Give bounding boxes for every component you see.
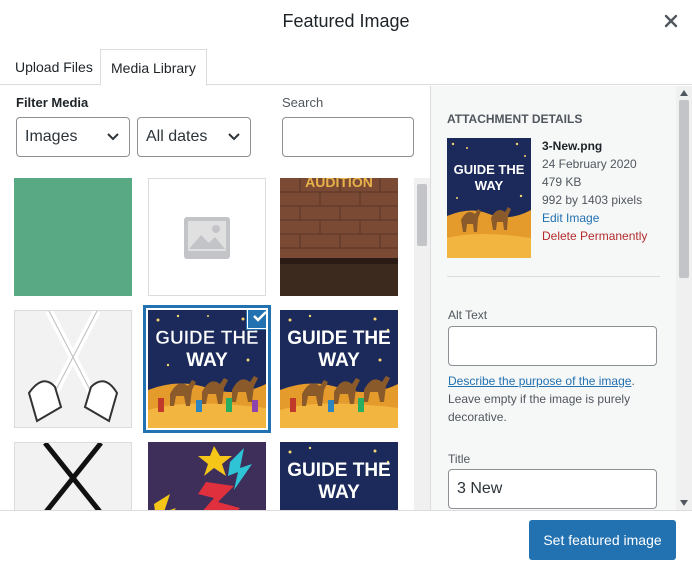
attachment-thumb[interactable]: [14, 442, 132, 510]
guide-the-way-image: GUIDE THE WAY: [280, 442, 398, 510]
search-label: Search: [282, 95, 324, 110]
guide-line1-text: GUIDE THE: [155, 328, 258, 349]
attachment-thumb[interactable]: GUIDE THE WAY: [280, 442, 398, 510]
attachment-thumb-selected[interactable]: GUIDE THE WAY: [146, 308, 268, 430]
preview-line1-text: GUIDE THE: [454, 162, 525, 177]
attachment-dimensions: 992 by 1403 pixels: [542, 193, 643, 207]
alt-text-label: Alt Text: [448, 308, 488, 322]
audition-text: AUDITION: [305, 178, 373, 190]
tab-upload-files[interactable]: Upload Files: [5, 49, 103, 85]
alt-text-input[interactable]: [448, 326, 657, 366]
media-type-select[interactable]: Images: [16, 117, 130, 157]
search-input[interactable]: [282, 117, 414, 157]
delete-permanently-link[interactable]: Delete Permanently: [542, 227, 647, 245]
details-scrollbar-thumb[interactable]: [679, 100, 689, 278]
date-filter-select[interactable]: All dates: [137, 117, 251, 157]
describe-purpose-link[interactable]: Describe the purpose of the image: [448, 374, 631, 388]
set-featured-image-button[interactable]: Set featured image: [529, 520, 676, 560]
title-label: Title: [448, 452, 471, 466]
media-type-value: Images: [25, 128, 78, 145]
chevron-down-icon: [107, 133, 119, 141]
attachment-filesize: 479 KB: [542, 175, 582, 189]
crossed-poles-black-image: [15, 443, 131, 510]
lightning-pattern-image: [148, 442, 266, 510]
attachment-details-heading: ATTACHMENT DETAILS: [447, 112, 583, 126]
close-icon: [664, 14, 678, 28]
attachment-thumb[interactable]: GUIDE THE WAY: [280, 310, 398, 428]
title-input[interactable]: 3 New: [448, 469, 657, 509]
green-image: [14, 178, 132, 296]
alt-text-help: Describe the purpose of the image. Leave…: [448, 372, 658, 426]
attachments-grid: AUDITION GUIDE THE WAY GUIDE THE WAY GUI…: [0, 178, 414, 510]
attachment-details-sidebar: ATTACHMENT DETAILS GUIDE THE WAY 3-New.p…: [430, 86, 692, 510]
attachment-thumb[interactable]: [148, 442, 266, 510]
attachment-preview: GUIDE THE WAY: [447, 138, 531, 258]
guide-line2-text: WAY: [318, 482, 360, 503]
preview-line2-text: WAY: [475, 178, 504, 193]
audition-image: AUDITION: [280, 178, 398, 296]
chevron-down-icon: [228, 133, 240, 141]
attachment-thumb[interactable]: AUDITION: [280, 178, 398, 296]
modal-toolbar: Set featured image: [0, 510, 692, 576]
edit-image-link[interactable]: Edit Image: [542, 209, 647, 227]
filter-media-label: Filter Media: [16, 95, 89, 110]
grid-scrollbar-thumb[interactable]: [417, 184, 427, 246]
guide-line2-text: WAY: [186, 350, 228, 371]
modal-header: Featured Image: [0, 0, 692, 42]
date-filter-value: All dates: [146, 128, 208, 145]
guide-line2-text: WAY: [318, 350, 360, 371]
crossed-poles-image: [15, 311, 131, 427]
details-scrollbar[interactable]: [676, 86, 692, 510]
modal-title: Featured Image: [282, 11, 410, 31]
guide-line1-text: GUIDE THE: [287, 460, 390, 481]
guide-line1-text: GUIDE THE: [287, 328, 390, 349]
checkmark-icon: [253, 311, 266, 322]
attachment-thumb[interactable]: [14, 310, 132, 428]
attachment-thumb[interactable]: [148, 178, 266, 296]
attachment-filename: 3-New.png: [542, 139, 603, 153]
grid-scrollbar[interactable]: [414, 178, 430, 510]
scroll-down-arrow-icon[interactable]: [680, 500, 688, 506]
attachment-date: 24 February 2020: [542, 157, 637, 171]
image-placeholder-icon: [184, 217, 230, 259]
scroll-up-arrow-icon[interactable]: [680, 90, 688, 96]
close-button[interactable]: [662, 12, 680, 30]
attachment-thumb[interactable]: [14, 178, 132, 296]
media-router-tabs: Upload Files Media Library: [0, 49, 692, 86]
details-divider: [447, 276, 660, 277]
guide-the-way-image: GUIDE THE WAY: [280, 310, 398, 428]
selected-check-button[interactable]: [248, 310, 266, 328]
tab-media-library[interactable]: Media Library: [100, 49, 207, 86]
attachment-info: 3-New.png 24 February 2020 479 KB 992 by…: [542, 137, 647, 245]
